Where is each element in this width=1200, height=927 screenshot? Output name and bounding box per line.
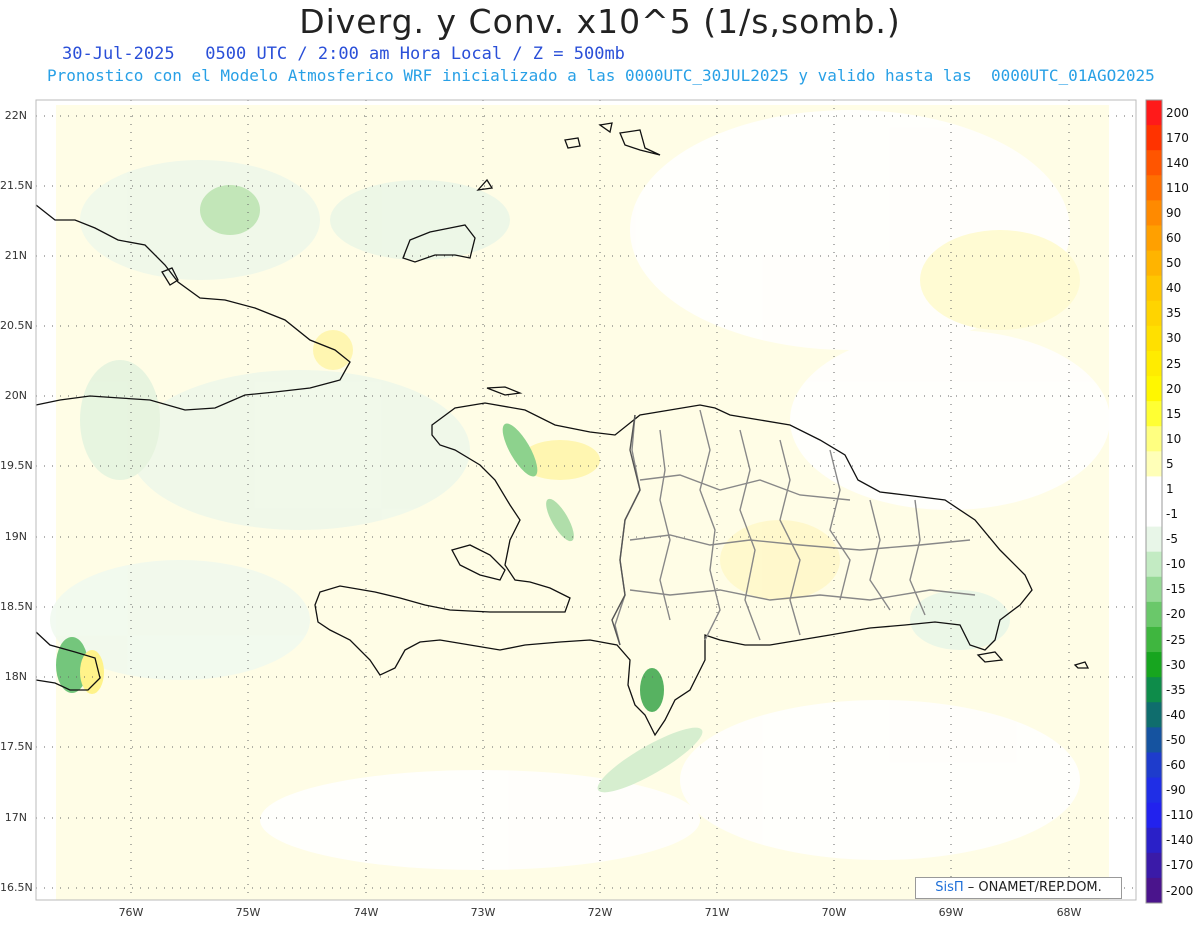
colorbar-tick-label: 90 xyxy=(1166,205,1182,220)
colorbar-swatch xyxy=(1146,300,1162,327)
colorbar-swatch xyxy=(1146,125,1162,151)
colorbar-tick-label: 5 xyxy=(1166,456,1174,471)
lat-label-22n: 22N xyxy=(4,109,27,122)
colorbar-swatch xyxy=(1146,802,1162,829)
colorbar-swatch xyxy=(1146,652,1162,678)
colorbar-tick-label: -15 xyxy=(1166,582,1186,597)
colorbar-tick-label: -35 xyxy=(1166,682,1186,697)
colorbar-tick-label: 50 xyxy=(1166,256,1182,271)
colorbar xyxy=(1145,99,1163,904)
colorbar-swatch xyxy=(1146,401,1162,427)
colorbar-tick-label: -25 xyxy=(1166,632,1186,647)
colorbar-swatch xyxy=(1146,677,1162,703)
colorbar-swatch xyxy=(1146,576,1162,603)
credit-text: – ONAMET/REP.DOM. xyxy=(967,880,1102,895)
colorbar-tick-label: -10 xyxy=(1166,557,1186,572)
lon-label-69w: 69W xyxy=(938,906,964,919)
colorbar-tick-label: -110 xyxy=(1166,808,1194,823)
colorbar-tick-label: 15 xyxy=(1166,406,1182,421)
lon-label-71w: 71W xyxy=(704,906,730,919)
colorbar-tick-label: 30 xyxy=(1166,331,1182,346)
colorbar-tick-label: 140 xyxy=(1166,155,1189,170)
colorbar-tick-label: 60 xyxy=(1166,231,1182,245)
colorbar-swatch xyxy=(1146,852,1162,879)
colorbar-tick-label: 40 xyxy=(1166,281,1182,296)
credit-box: SisΠ – ONAMET/REP.DOM. xyxy=(915,877,1122,899)
lat-label-18n: 18N xyxy=(4,670,27,683)
colorbar-swatch xyxy=(1146,376,1162,402)
colorbar-swatch xyxy=(1146,325,1162,352)
colorbar-tick-label: 10 xyxy=(1166,431,1182,446)
colorbar-swatch xyxy=(1146,350,1162,377)
colorbar-swatch xyxy=(1146,727,1162,753)
colorbar-tick-label: 200 xyxy=(1166,105,1189,120)
lon-label-75w: 75W xyxy=(235,906,261,919)
lon-label-74w: 74W xyxy=(353,906,379,919)
colorbar-tick-label: -30 xyxy=(1166,657,1186,672)
lat-label-16-5n: 16.5N xyxy=(0,881,33,894)
colorbar-tick-label: 1 xyxy=(1166,482,1174,496)
colorbar-swatch xyxy=(1146,451,1162,477)
colorbar-tick-label: -40 xyxy=(1166,707,1186,722)
lat-label-17-5n: 17.5N xyxy=(0,740,33,753)
colorbar-swatch xyxy=(1146,752,1162,779)
lat-label-18-5n: 18.5N xyxy=(0,600,33,613)
lat-label-17n: 17N xyxy=(4,811,27,824)
lon-label-73w: 73W xyxy=(470,906,496,919)
colorbar-tick-label: -5 xyxy=(1166,532,1178,547)
colorbar-swatch xyxy=(1146,702,1162,728)
lat-label-21-5n: 21.5N xyxy=(0,179,33,192)
colorbar-swatch xyxy=(1146,426,1162,452)
colorbar-tick-label: 35 xyxy=(1166,306,1182,321)
lat-label-19n: 19N xyxy=(4,530,27,543)
colorbar-tick-label: -1 xyxy=(1166,507,1178,521)
credit-logo-text: SisΠ xyxy=(935,880,964,895)
colorbar-tick-label: 110 xyxy=(1166,180,1189,195)
lon-label-68w: 68W xyxy=(1056,906,1082,919)
colorbar-tick-label: 170 xyxy=(1166,130,1189,145)
colorbar-swatch xyxy=(1146,476,1162,502)
colorbar-swatch xyxy=(1146,827,1162,854)
lat-label-20n: 20N xyxy=(4,389,27,402)
colorbar-swatch xyxy=(1146,526,1162,553)
colorbar-tick-label: -50 xyxy=(1166,732,1186,747)
colorbar-swatch xyxy=(1146,777,1162,804)
lon-label-70w: 70W xyxy=(821,906,847,919)
colorbar-swatch xyxy=(1146,250,1162,277)
colorbar-swatch xyxy=(1146,551,1162,578)
colorbar-tick-label: -60 xyxy=(1166,758,1186,772)
colorbar-tick-label: -20 xyxy=(1166,607,1186,622)
lat-label-19-5n: 19.5N xyxy=(0,459,33,472)
divergence-map xyxy=(35,99,1163,904)
colorbar-tick-label: -90 xyxy=(1166,783,1186,798)
lon-label-76w: 76W xyxy=(118,906,144,919)
colorbar-swatch xyxy=(1146,501,1162,528)
colorbar-tick-label: -140 xyxy=(1166,833,1194,848)
colorbar-swatch xyxy=(1146,100,1162,126)
colorbar-tick-label: -170 xyxy=(1166,858,1194,873)
colorbar-swatch xyxy=(1146,225,1162,252)
colorbar-tick-label: -200 xyxy=(1166,883,1194,898)
lon-label-72w: 72W xyxy=(587,906,613,919)
colorbar-swatch xyxy=(1146,275,1162,302)
colorbar-swatch xyxy=(1146,601,1162,628)
colorbar-swatch xyxy=(1146,877,1162,904)
colorbar-tick-label: 20 xyxy=(1166,381,1182,396)
lat-label-20-5n: 20.5N xyxy=(0,319,33,332)
colorbar-swatch xyxy=(1146,150,1162,176)
colorbar-swatch xyxy=(1146,626,1162,653)
colorbar-swatch xyxy=(1146,175,1162,201)
colorbar-swatch xyxy=(1146,200,1162,226)
colorbar-tick-label: 25 xyxy=(1166,356,1182,371)
lat-label-21n: 21N xyxy=(4,249,27,262)
